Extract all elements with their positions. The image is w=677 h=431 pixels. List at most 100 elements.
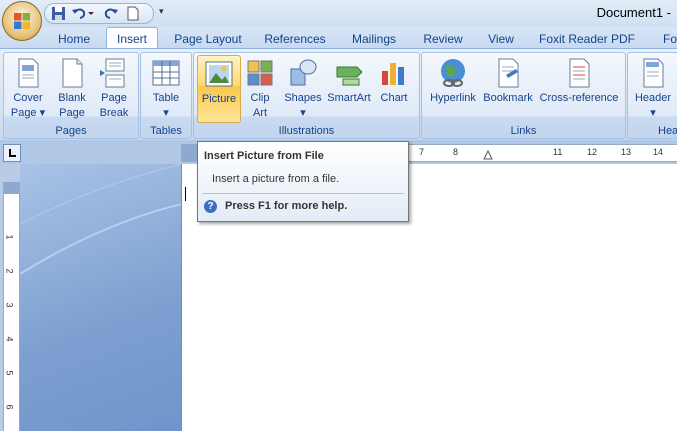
pages-group-label: Pages	[55, 125, 87, 137]
page-break-icon	[100, 58, 125, 88]
tab-insert[interactable]: Insert	[106, 27, 158, 50]
clip-art-button[interactable]: Clip Art	[242, 55, 278, 121]
ruler-number: 5	[4, 370, 15, 376]
tooltip-help-text: Press F1 for more help.	[225, 200, 348, 212]
ruler-number: 2	[4, 268, 15, 274]
ribbon-tab-row: Home Insert Page Layout References Maili…	[0, 27, 677, 50]
picture-tooltip: Insert Picture from File Insert a pictur…	[197, 141, 409, 222]
table-icon	[152, 60, 180, 86]
hyperlink-button[interactable]: Hyperlink	[426, 55, 480, 121]
new-document-icon[interactable]	[125, 6, 141, 21]
office-logo-icon	[14, 13, 30, 29]
ruler-number: 3	[4, 302, 15, 308]
tables-group-label: Tables	[150, 125, 182, 137]
tooltip-body: Insert a picture from a file.	[212, 173, 340, 185]
text-cursor	[185, 187, 186, 201]
hyperlink-icon	[441, 59, 465, 87]
ribbon: Cover Page ▾ Blank Page Page Break Pages…	[0, 48, 677, 141]
table-label-2: ▾	[163, 107, 169, 119]
undo-icon[interactable]	[71, 6, 87, 21]
smartart-button[interactable]: SmartArt	[326, 55, 372, 121]
header-button[interactable]: Header ▾	[630, 55, 676, 121]
undo-dropdown-icon[interactable]	[87, 6, 95, 21]
document-background	[20, 164, 182, 431]
pages-group: Cover Page ▾ Blank Page Page Break Pages	[3, 52, 139, 139]
ruler-number: 7	[419, 147, 425, 157]
tab-home[interactable]: Home	[50, 29, 98, 49]
chart-icon	[382, 63, 404, 85]
picture-button[interactable]: Picture	[197, 55, 241, 123]
blank-page-button[interactable]: Blank Page	[52, 55, 92, 121]
tables-group: Table ▾ Tables	[140, 52, 192, 139]
shapes-label-2: ▾	[300, 107, 306, 119]
cover-page-icon	[18, 58, 39, 88]
cross-reference-label-1: Cross-reference	[539, 92, 619, 104]
header-icon	[643, 58, 664, 88]
tooltip-divider	[202, 193, 404, 194]
cover-page-button[interactable]: Cover Page ▾	[8, 55, 48, 121]
vertical-ruler[interactable]: 1 2 3 4 5 6	[3, 182, 20, 431]
tab-foxit-reader-pdf[interactable]: Foxit Reader PDF	[534, 29, 640, 49]
chart-label-1: Chart	[380, 92, 408, 104]
tooltip-title: Insert Picture from File	[204, 150, 324, 162]
blank-page-label-2: Page	[59, 107, 85, 119]
shapes-icon	[290, 59, 317, 86]
bookmark-label-1: Bookmark	[483, 92, 533, 104]
bookmark-icon	[498, 58, 519, 88]
header-footer-group: Header ▾ Hea	[627, 52, 677, 139]
ruler-number: 14	[653, 147, 664, 157]
customize-qat-icon[interactable]: ▾	[159, 6, 164, 17]
chart-button[interactable]: Chart	[374, 55, 414, 121]
cross-reference-icon	[569, 58, 590, 88]
tab-selector-button[interactable]	[3, 144, 21, 162]
tab-view[interactable]: View	[478, 29, 524, 49]
ruler-number: 12	[587, 147, 598, 157]
ruler-number: 4	[4, 336, 15, 342]
left-tab-icon	[9, 149, 16, 157]
cover-page-label-1: Cover	[13, 92, 43, 104]
links-group: Hyperlink Bookmark Cross-reference Links	[421, 52, 626, 139]
ruler-number: 6	[4, 404, 15, 410]
tab-mailings[interactable]: Mailings	[342, 29, 406, 49]
title-bar: ▾ Document1 -	[0, 0, 677, 27]
ruler-number: 1	[4, 234, 15, 240]
cross-reference-button[interactable]: Cross-reference	[536, 55, 622, 121]
save-icon[interactable]	[51, 6, 67, 21]
picture-label-1: Picture	[201, 93, 237, 105]
ruler-number: 8	[453, 147, 459, 157]
illustrations-group: Picture Clip Art Shapes ▾ SmartArt Chart…	[193, 52, 420, 139]
shapes-label-1: Shapes	[284, 92, 322, 104]
ruler-number: 13	[621, 147, 632, 157]
links-group-label: Links	[510, 125, 537, 137]
clip-art-label-1: Clip	[250, 92, 270, 104]
smartart-label-1: SmartArt	[327, 92, 371, 104]
tab-overflow[interactable]: Fo	[655, 29, 677, 49]
shapes-button[interactable]: Shapes ▾	[282, 55, 324, 121]
blank-page-icon	[62, 58, 83, 88]
quick-access-toolbar	[44, 3, 154, 24]
picture-icon	[205, 61, 233, 87]
table-button[interactable]: Table ▾	[145, 55, 187, 121]
header-footer-group-label: Hea	[658, 125, 677, 137]
window-title: Document1 -	[596, 5, 671, 20]
smartart-icon	[336, 66, 363, 86]
background-swoosh	[20, 164, 182, 275]
help-icon: ?	[204, 200, 217, 213]
page-break-button[interactable]: Page Break	[94, 55, 134, 121]
ruler-number: 11	[553, 147, 563, 157]
header-label-1: Header	[634, 92, 672, 104]
page-break-label-2: Break	[99, 107, 129, 119]
bookmark-button[interactable]: Bookmark	[482, 55, 534, 121]
office-button[interactable]	[2, 1, 42, 41]
tab-page-layout[interactable]: Page Layout	[166, 29, 250, 49]
clip-art-icon	[247, 60, 273, 86]
cover-page-label-2: Page ▾	[10, 107, 46, 119]
tab-review[interactable]: Review	[416, 29, 470, 49]
redo-icon[interactable]	[103, 6, 119, 21]
table-label-1: Table	[152, 92, 180, 104]
right-indent-marker-icon[interactable]	[483, 148, 493, 160]
tab-references[interactable]: References	[258, 29, 332, 49]
header-label-2: ▾	[650, 107, 656, 119]
clip-art-label-2: Art	[252, 107, 268, 119]
page-break-label-1: Page	[101, 92, 127, 104]
